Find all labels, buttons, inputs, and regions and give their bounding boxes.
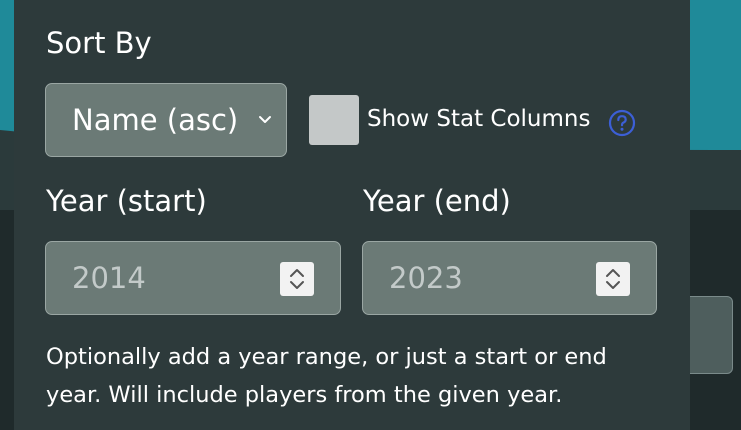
year-start-label: Year (start) — [46, 184, 207, 218]
year-end-value: 2023 — [389, 261, 463, 295]
year-start-stepper[interactable] — [280, 262, 314, 296]
background-input — [684, 296, 733, 374]
chevron-down-icon — [259, 116, 271, 123]
year-range-help-text: Optionally add a year range, or just a s… — [46, 344, 607, 408]
year-start-value: 2014 — [72, 261, 146, 295]
show-stat-columns-checkbox[interactable] — [309, 95, 359, 145]
show-stat-columns-label: Show Stat Columns — [367, 106, 591, 132]
sort-by-select[interactable]: Name (asc) — [45, 83, 287, 157]
year-end-stepper[interactable] — [596, 262, 630, 296]
sort-by-label: Sort By — [46, 26, 152, 60]
year-end-input[interactable]: 2023 — [362, 241, 657, 315]
year-start-input[interactable]: 2014 — [45, 241, 341, 315]
year-end-label: Year (end) — [363, 184, 511, 218]
sort-by-selected-value: Name (asc) — [72, 103, 239, 137]
stepper-icon — [290, 269, 304, 289]
stepper-icon — [606, 269, 620, 289]
question-circle-icon[interactable] — [608, 109, 636, 137]
